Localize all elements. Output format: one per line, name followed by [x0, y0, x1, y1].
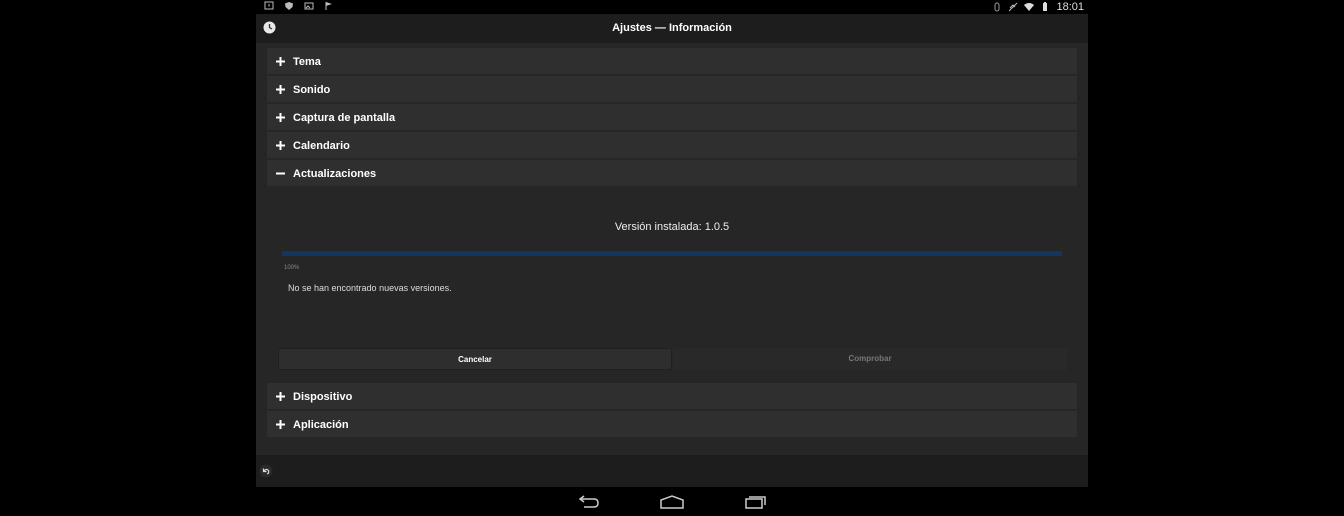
- installed-version: Versión instalada: 1.0.5: [614, 221, 730, 233]
- section-label: Dispositivo: [293, 391, 353, 403]
- section-label: Actualizaciones: [293, 168, 377, 180]
- back-icon[interactable]: [576, 495, 600, 509]
- flag-icon: [325, 2, 332, 10]
- notification-icon: [264, 1, 274, 10]
- plus-icon: [276, 141, 285, 150]
- page-title: Ajustes — Información: [612, 22, 732, 34]
- battery-icon: [1043, 2, 1048, 11]
- undo-icon[interactable]: [259, 464, 273, 478]
- section-captura-de-pantalla[interactable]: Captura de pantalla: [267, 104, 1077, 131]
- section-label: Aplicación: [293, 419, 349, 431]
- bluetooth-icon: [994, 2, 1000, 12]
- status-right-icons: 18:01: [992, 0, 1084, 14]
- recents-icon[interactable]: [744, 495, 768, 509]
- section-tema[interactable]: Tema: [267, 48, 1077, 75]
- shield-icon: [285, 2, 293, 10]
- update-progress-bar: [282, 251, 1062, 256]
- section-sonido[interactable]: Sonido: [267, 76, 1077, 103]
- section-label: Captura de pantalla: [293, 112, 396, 124]
- check-button[interactable]: Comprobar: [673, 348, 1067, 370]
- status-bar: 18:01: [256, 0, 1088, 14]
- section-calendario[interactable]: Calendario: [267, 132, 1077, 159]
- updates-panel: Versión instalada: 1.0.5 100% No se han …: [267, 190, 1077, 384]
- section-aplicación[interactable]: Aplicación: [267, 411, 1077, 438]
- section-dispositivo[interactable]: Dispositivo: [267, 383, 1077, 410]
- progress-fill: [282, 251, 1062, 256]
- section-label: Sonido: [293, 84, 331, 96]
- plus-icon: [276, 57, 285, 66]
- title-bar: Ajustes — Información: [256, 14, 1088, 43]
- status-left-icons: [264, 1, 334, 11]
- image-icon: [304, 2, 314, 10]
- bottom-bar: [256, 455, 1088, 487]
- minus-icon: [276, 172, 285, 175]
- section-label: Calendario: [293, 140, 350, 152]
- mute-icon: [1009, 2, 1018, 12]
- navigation-bar: [256, 487, 1088, 516]
- update-message: No se han encontrado nuevas versiones.: [288, 283, 452, 293]
- plus-icon: [276, 420, 285, 429]
- plus-icon: [276, 85, 285, 94]
- cancel-button[interactable]: Cancelar: [278, 348, 672, 370]
- wifi-icon: [1024, 3, 1035, 11]
- plus-icon: [276, 392, 285, 401]
- section-label: Tema: [293, 56, 321, 68]
- section-actualizaciones[interactable]: Actualizaciones: [267, 160, 1077, 187]
- status-time: 18:01: [1056, 1, 1084, 13]
- app-window: Ajustes — Información Tema Sonido Captura …: [256, 14, 1088, 487]
- settings-content: Tema Sonido Captura de pantalla Calendario A…: [267, 43, 1077, 453]
- plus-icon: [276, 113, 285, 122]
- progress-label: 100%: [284, 265, 300, 271]
- home-icon[interactable]: [660, 495, 684, 509]
